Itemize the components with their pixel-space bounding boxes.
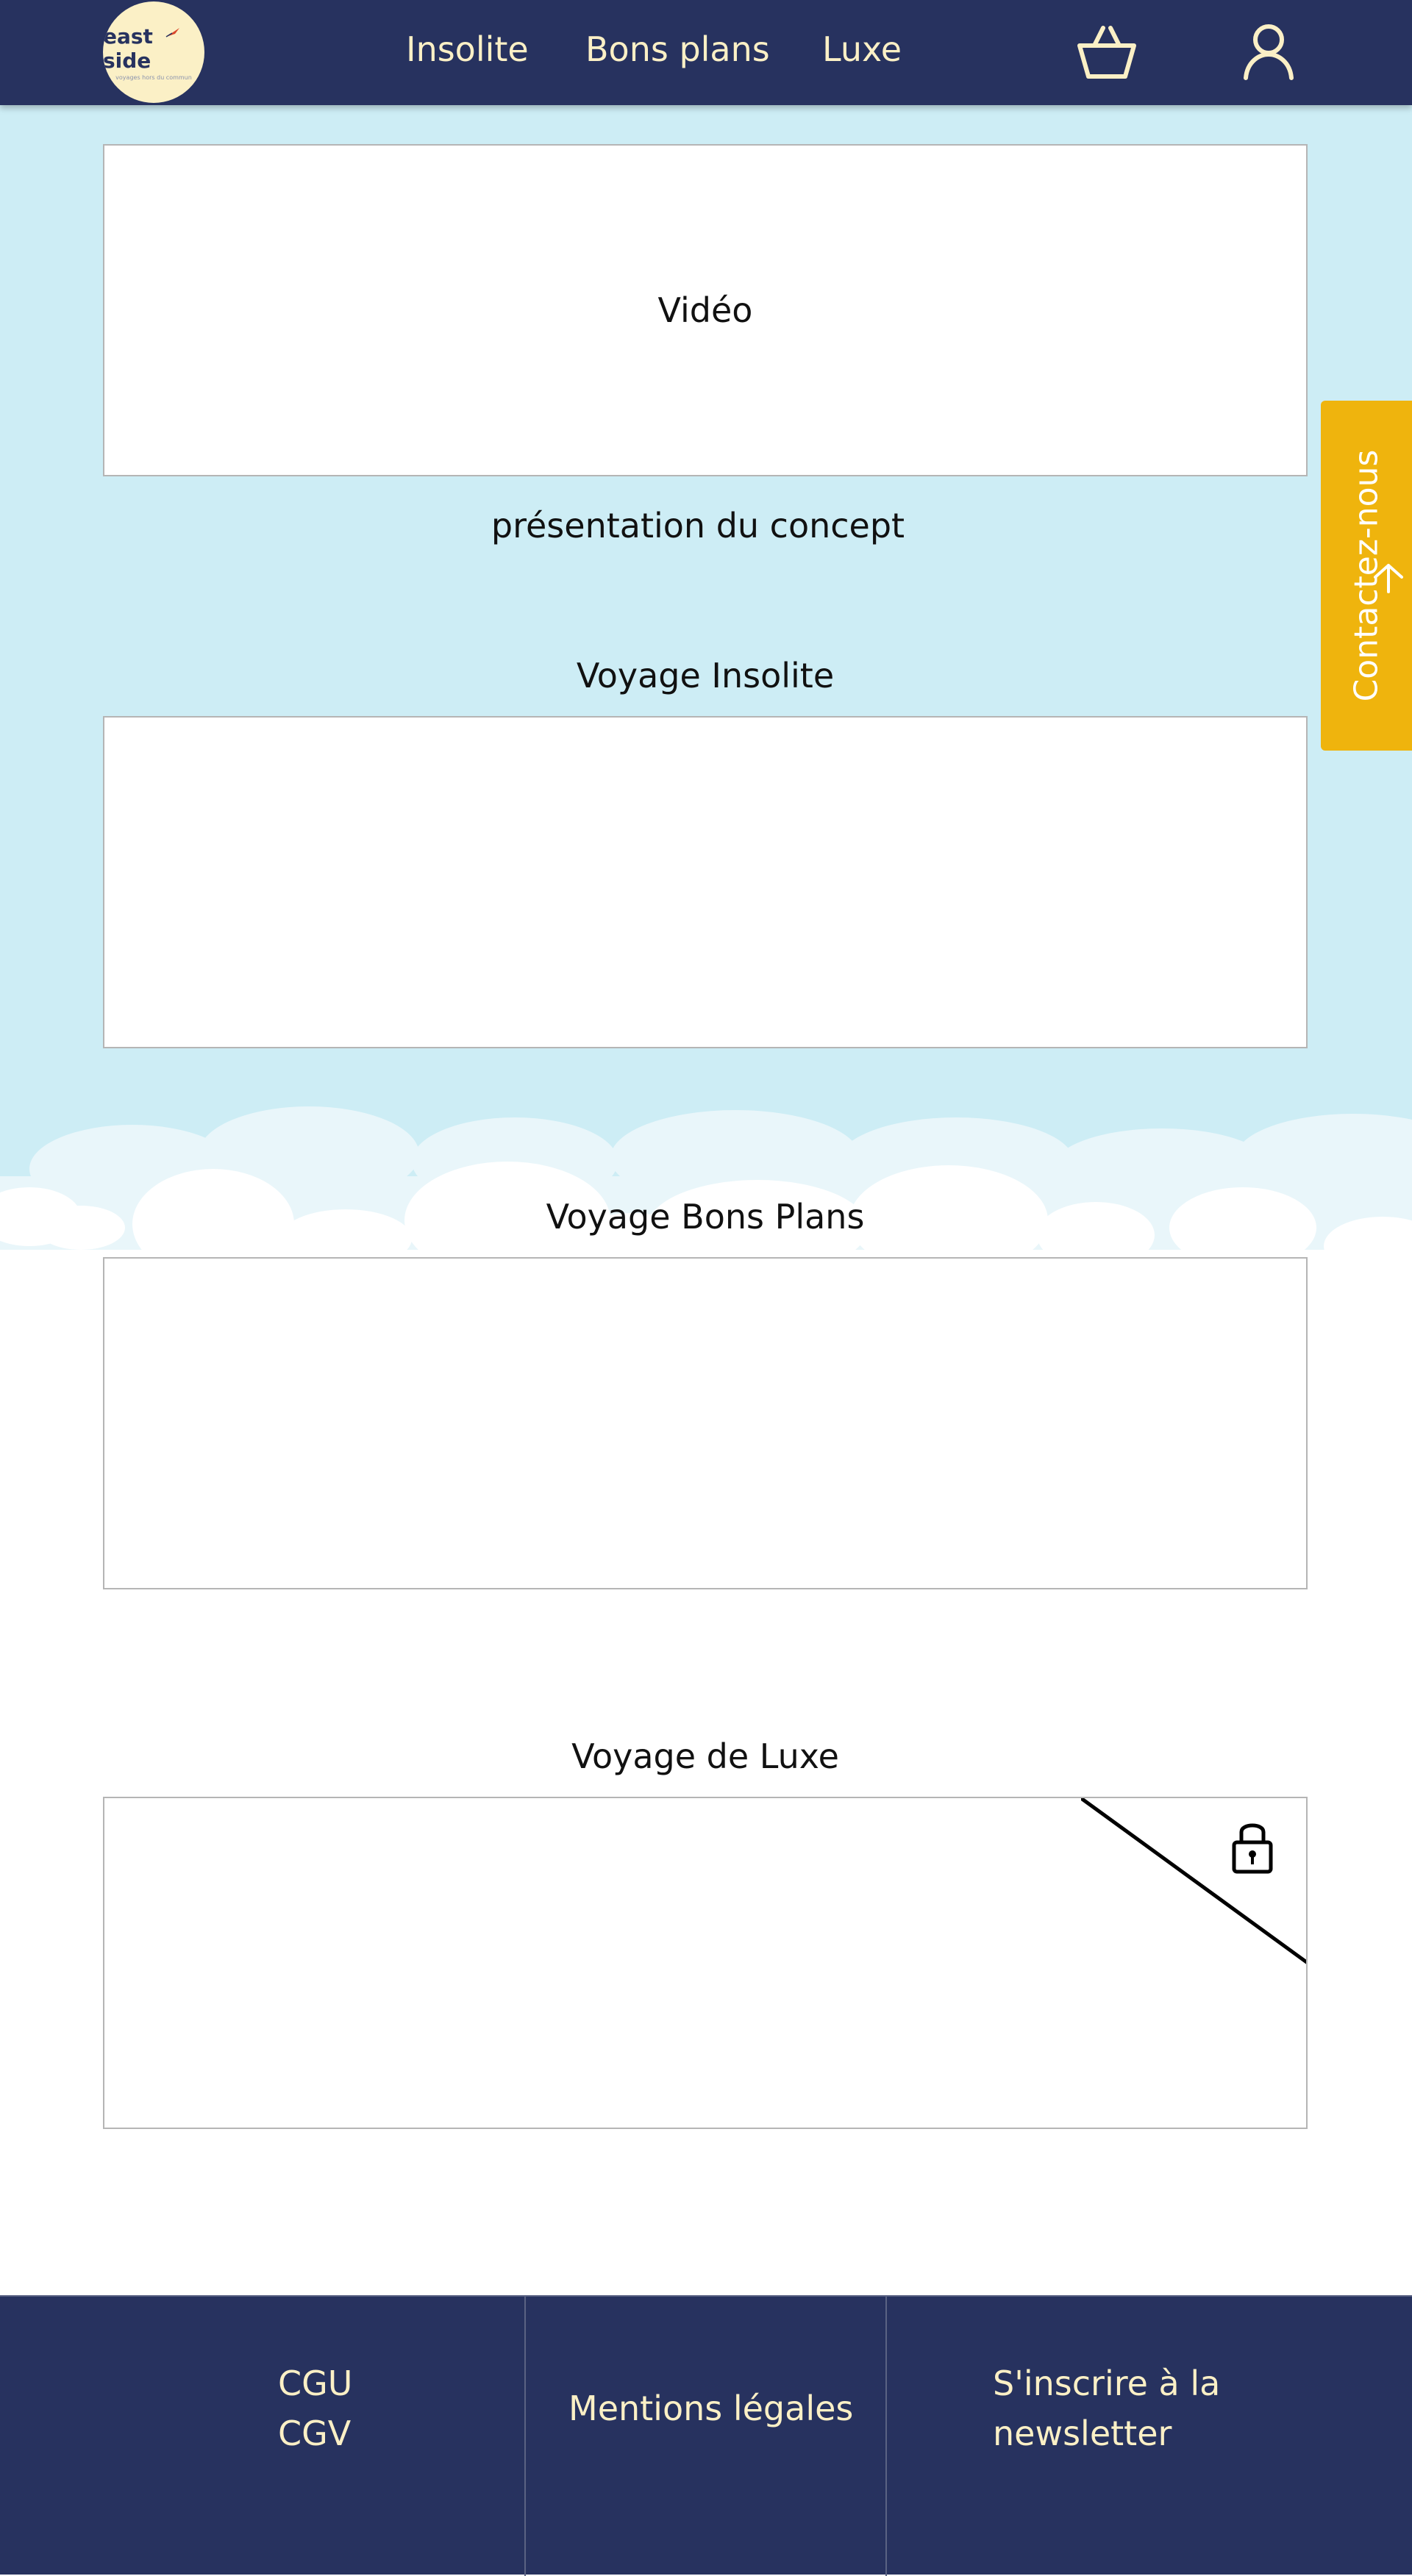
footer-newsletter-line2[interactable]: newsletter [993, 2408, 1172, 2458]
logo-tagline: voyages hors du commun [115, 74, 192, 81]
section-title-insolite: Voyage Insolite [576, 656, 835, 695]
arrow-up-icon [1374, 564, 1403, 593]
section-title-bons-plans: Voyage Bons Plans [546, 1197, 865, 1237]
site-footer: CGU CGV Mentions légales S'inscrire à la… [0, 2295, 1412, 2576]
nav-bons-plans[interactable]: Bons plans [585, 29, 770, 69]
footer-newsletter-line1[interactable]: S'inscrire à la [993, 2358, 1220, 2408]
concept-presentation: présentation du concept [491, 506, 905, 545]
nav-insolite[interactable]: Insolite [406, 29, 529, 69]
footer-mentions-link[interactable]: Mentions légales [568, 2383, 853, 2433]
site-header: east side voyages hors du commun Insolit… [0, 0, 1412, 105]
footer-cgv-link[interactable]: CGV [278, 2408, 351, 2458]
footer-col-mentions: Mentions légales [526, 2297, 886, 2576]
luxe-placeholder[interactable] [103, 1797, 1308, 2129]
video-placeholder[interactable]: Vidéo [103, 144, 1308, 476]
footer-col-legal: CGU CGV [0, 2297, 525, 2576]
logo-text: east side [103, 24, 153, 73]
video-label: Vidéo [657, 290, 753, 330]
lock-icon [1232, 1823, 1273, 1874]
contact-tab[interactable]: Contactez-nous [1321, 401, 1412, 751]
nav-luxe[interactable]: Luxe [822, 29, 902, 69]
logo[interactable]: east side voyages hors du commun [103, 1, 204, 103]
bons-plans-placeholder[interactable] [103, 1257, 1308, 1589]
insolite-placeholder[interactable] [103, 716, 1308, 1048]
basket-icon[interactable] [1077, 24, 1137, 79]
user-icon[interactable] [1241, 22, 1296, 81]
section-title-luxe: Voyage de Luxe [571, 1736, 839, 1776]
footer-cgu-link[interactable]: CGU [278, 2358, 352, 2408]
footer-col-newsletter: S'inscrire à la newsletter [887, 2297, 1412, 2576]
